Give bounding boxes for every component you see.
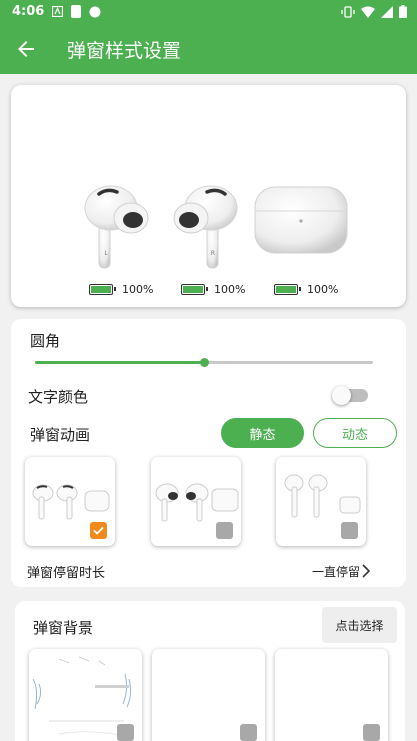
app-bar: 弹窗样式设置: [0, 24, 417, 74]
unselected-check-icon: [363, 724, 380, 741]
right-battery: 100%: [181, 283, 245, 296]
background-option-3[interactable]: [275, 649, 388, 741]
charging-case-image: [254, 186, 348, 254]
slider-thumb[interactable]: [200, 358, 209, 367]
chevron-right-icon: [362, 564, 371, 578]
animation-label: 弹窗动画: [30, 426, 91, 444]
popup-background-card: 弹窗背景 点击选择: [15, 601, 405, 741]
status-time: 4:06: [12, 4, 45, 19]
background-label: 弹窗背景: [33, 619, 94, 637]
right-earbud-image: R: [173, 185, 238, 269]
notification-a-icon: [52, 6, 63, 17]
left-battery: 100%: [89, 283, 153, 296]
circle-notification-icon: [89, 6, 101, 17]
unselected-check-icon: [341, 522, 358, 539]
duration-setting-row[interactable]: 弹窗停留时长 一直停留: [11, 559, 406, 583]
unselected-check-icon: [216, 522, 233, 539]
popup-style-option-1[interactable]: [25, 457, 115, 546]
battery-level-icon: [181, 284, 208, 295]
duration-label: 弹窗停留时长: [27, 566, 106, 581]
corner-radius-slider[interactable]: [35, 357, 373, 369]
notification-icons: [52, 5, 101, 18]
background-option-1[interactable]: [29, 649, 142, 741]
background-option-2[interactable]: [152, 649, 265, 741]
battery-icon: [399, 5, 407, 18]
corner-radius-label: 圆角: [30, 332, 61, 350]
popup-style-option-2[interactable]: [151, 457, 241, 546]
duration-value: 一直停留: [312, 565, 361, 579]
choose-background-button[interactable]: 点击选择: [322, 607, 397, 643]
case-battery: 100%: [274, 283, 338, 296]
slider-progress: [35, 361, 204, 364]
system-status-icons: [341, 5, 407, 18]
animation-static-button[interactable]: 静态: [221, 418, 304, 448]
sim-card-icon: [71, 5, 81, 18]
signal-icon: [381, 5, 393, 18]
right-mark: R: [211, 250, 215, 257]
popup-style-option-3[interactable]: [276, 457, 366, 546]
earbuds-thumbnail: [155, 483, 239, 522]
animation-dynamic-button[interactable]: 动态: [313, 418, 397, 448]
right-battery-text: 100%: [214, 283, 246, 296]
battery-level-icon: [89, 284, 116, 295]
settings-card: 圆角 文字颜色 弹窗动画 静态 动态 弹窗停留时长 一直停留: [11, 319, 406, 587]
text-color-label: 文字颜色: [28, 388, 89, 406]
battery-level-icon: [274, 284, 301, 295]
earbuds-thumbnail: [32, 484, 110, 520]
text-color-toggle[interactable]: [332, 386, 369, 405]
status-bar: 4:06: [0, 0, 417, 24]
popup-preview-card: L R 100% 100% 100%: [11, 85, 406, 307]
selected-check-icon: [90, 522, 107, 539]
earbuds-thumbnail: [284, 474, 361, 518]
left-battery-text: 100%: [122, 283, 154, 296]
unselected-check-icon: [240, 724, 257, 741]
unselected-check-icon: [117, 724, 134, 741]
back-arrow-icon[interactable]: [14, 37, 38, 61]
toggle-knob: [332, 386, 351, 405]
vibrate-icon: [341, 5, 355, 18]
page-title: 弹窗样式设置: [67, 40, 182, 62]
case-battery-text: 100%: [307, 283, 339, 296]
wifi-icon: [361, 6, 375, 18]
left-earbud-image: L: [84, 185, 149, 269]
